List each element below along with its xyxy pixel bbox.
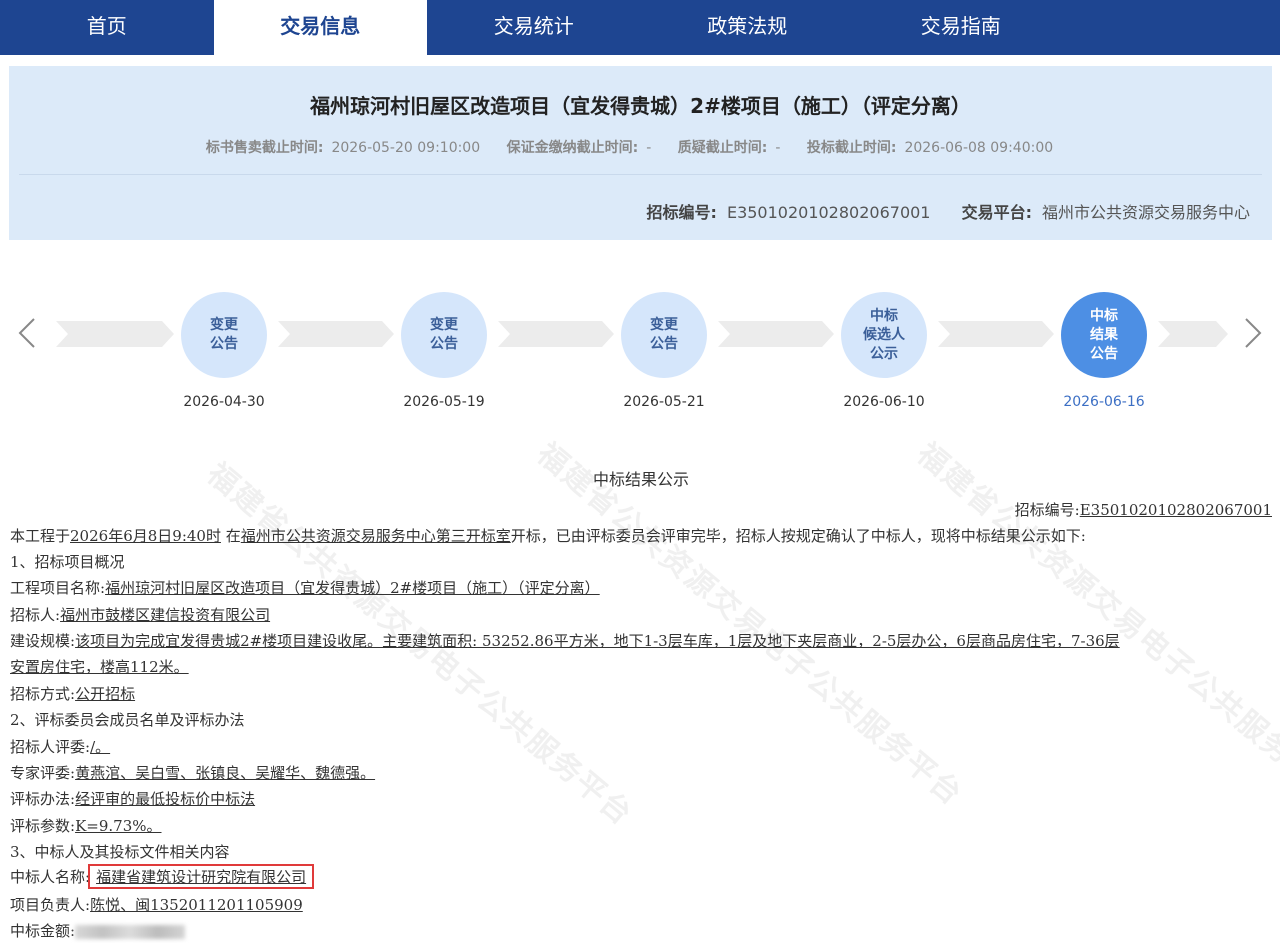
nav-guide[interactable]: 交易指南 — [854, 0, 1068, 55]
timeline-node-change-1[interactable]: 变更 公告 — [181, 292, 267, 378]
deadline-deposit-label: 保证金缴纳截止时间: — [506, 140, 639, 156]
open-place: 福州市公共资源交易服务中心第三开标室 — [240, 527, 511, 545]
timeline-node-change-3[interactable]: 变更 公告 — [621, 292, 707, 378]
manager-row: 项目负责人:陈悦、闽1352011201105909 — [10, 896, 303, 914]
deadline-query-label: 质疑截止时间: — [677, 140, 768, 156]
chevron-left-icon — [18, 318, 35, 348]
nav-policy[interactable]: 政策法规 — [641, 0, 855, 55]
timeline-connector — [56, 321, 174, 347]
deadline-query-value: - — [775, 140, 781, 156]
section-2-heading: 2、评标委员会成员名单及评标办法 — [10, 711, 245, 729]
tender-code-label: 招标编号: — [646, 203, 717, 222]
nav-trade-stats[interactable]: 交易统计 — [427, 0, 641, 55]
deadline-bid-value: 2026-06-08 09:40:00 — [904, 140, 1054, 156]
winner-row: 中标人名称: 福建省建筑设计研究院有限公司 — [10, 864, 315, 889]
notice-intro: 本工程于2026年6月8日9:40时 在福州市公共资源交易服务中心第三开标室开标… — [10, 527, 1086, 545]
timeline-connector — [498, 321, 614, 347]
timeline-connector — [1158, 321, 1228, 347]
notice-ref-line: 招标编号:E3501020102802067001 — [1015, 499, 1272, 520]
owner-judge-row: 招标人评委:/。 — [10, 738, 111, 756]
top-nav: 首页 交易信息 交易统计 政策法规 交易指南 — [0, 0, 1280, 55]
section-1-heading: 1、招标项目概况 — [10, 553, 125, 571]
project-info-box: 福州琼河村旧屋区改造项目（宜发得贵城）2#楼项目（施工）（评定分离） 标书售卖截… — [9, 66, 1272, 240]
nav-trade-info[interactable]: 交易信息 — [213, 0, 427, 55]
deadline-sale-label: 标书售卖截止时间: — [205, 140, 324, 156]
deadline-bid-label: 投标截止时间: — [806, 140, 897, 156]
winner-name: 福建省建筑设计研究院有限公司 — [96, 868, 307, 886]
timeline-next-arrow[interactable] — [1242, 316, 1264, 356]
project-name-row: 工程项目名称:福州琼河村旧屋区改造项目（宜发得贵城）2#楼项目（施工）（评定分离… — [10, 579, 600, 597]
timeline-connector — [938, 321, 1054, 347]
deadline-row: 标书售卖截止时间: 2026-05-20 09:10:00 保证金缴纳截止时间: -… — [9, 137, 1272, 157]
notice-title: 中标结果公示 — [592, 470, 689, 489]
platform-label: 交易平台: — [961, 203, 1032, 222]
timeline-node-result[interactable]: 中标 结果 公告 — [1061, 292, 1147, 378]
timeline-node-candidates[interactable]: 中标 候选人 公示 — [841, 292, 927, 378]
open-time: 2026年6月8日9:40时 — [70, 527, 221, 545]
timeline-date: 2026-06-10 — [843, 394, 925, 410]
deadline-sale-value: 2026-05-20 09:10:00 — [331, 140, 481, 156]
notice-ref-label: 招标编号: — [1014, 501, 1080, 519]
timeline-connector — [278, 321, 394, 347]
method-row: 招标方式:公开招标 — [10, 685, 136, 703]
timeline-node-change-2[interactable]: 变更 公告 — [401, 292, 487, 378]
deadline-deposit-value: - — [646, 140, 652, 156]
timeline-date: 2026-04-30 — [183, 394, 265, 410]
announcement-timeline: 变更 公告 变更 公告 变更 公告 中标 候选人 公示 中标 结果 公告 202… — [0, 280, 1280, 420]
project-title: 福州琼河村旧屋区改造项目（宜发得贵城）2#楼项目（施工）（评定分离） — [310, 94, 971, 118]
notice-ref-value: E3501020102802067001 — [1079, 501, 1272, 519]
timeline-date: 2026-05-21 — [623, 394, 705, 410]
eval-param-row: 评标参数:K=9.73%。 — [10, 817, 162, 835]
redacted-amount — [75, 925, 186, 939]
platform-value: 福州市公共资源交易服务中心 — [1041, 203, 1250, 222]
winner-highlight-box: 福建省建筑设计研究院有限公司 — [88, 864, 315, 889]
scale-row-cont: 安置房住宅，楼高112米。 — [10, 658, 189, 676]
nav-home[interactable]: 首页 — [0, 0, 214, 55]
expert-row: 专家评委:黄燕涫、吴白雪、张镇良、吴耀华、魏德强。 — [10, 764, 376, 782]
tenderer-row: 招标人:福州市鼓楼区建信投资有限公司 — [10, 606, 271, 624]
info-divider — [19, 174, 1262, 175]
timeline-connector — [718, 321, 834, 347]
scale-row: 建设规模:该项目为完成宜发得贵城2#楼项目建设收尾。主要建筑面积: 53252.… — [10, 632, 1120, 650]
amount-row: 中标金额: — [10, 920, 186, 941]
chevron-right-icon — [1245, 318, 1262, 348]
section-3-heading: 3、中标人及其投标文件相关内容 — [10, 843, 230, 861]
timeline-date-active: 2026-06-16 — [1063, 394, 1145, 410]
tender-code-value: E3501020102802067001 — [726, 203, 931, 222]
code-row: 招标编号: E3501020102802067001 交易平台: 福州市公共资源交易… — [647, 199, 1250, 223]
timeline-date: 2026-05-19 — [403, 394, 485, 410]
eval-method-row: 评标办法:经评审的最低投标价中标法 — [10, 790, 256, 808]
timeline-prev-arrow[interactable] — [16, 316, 38, 356]
